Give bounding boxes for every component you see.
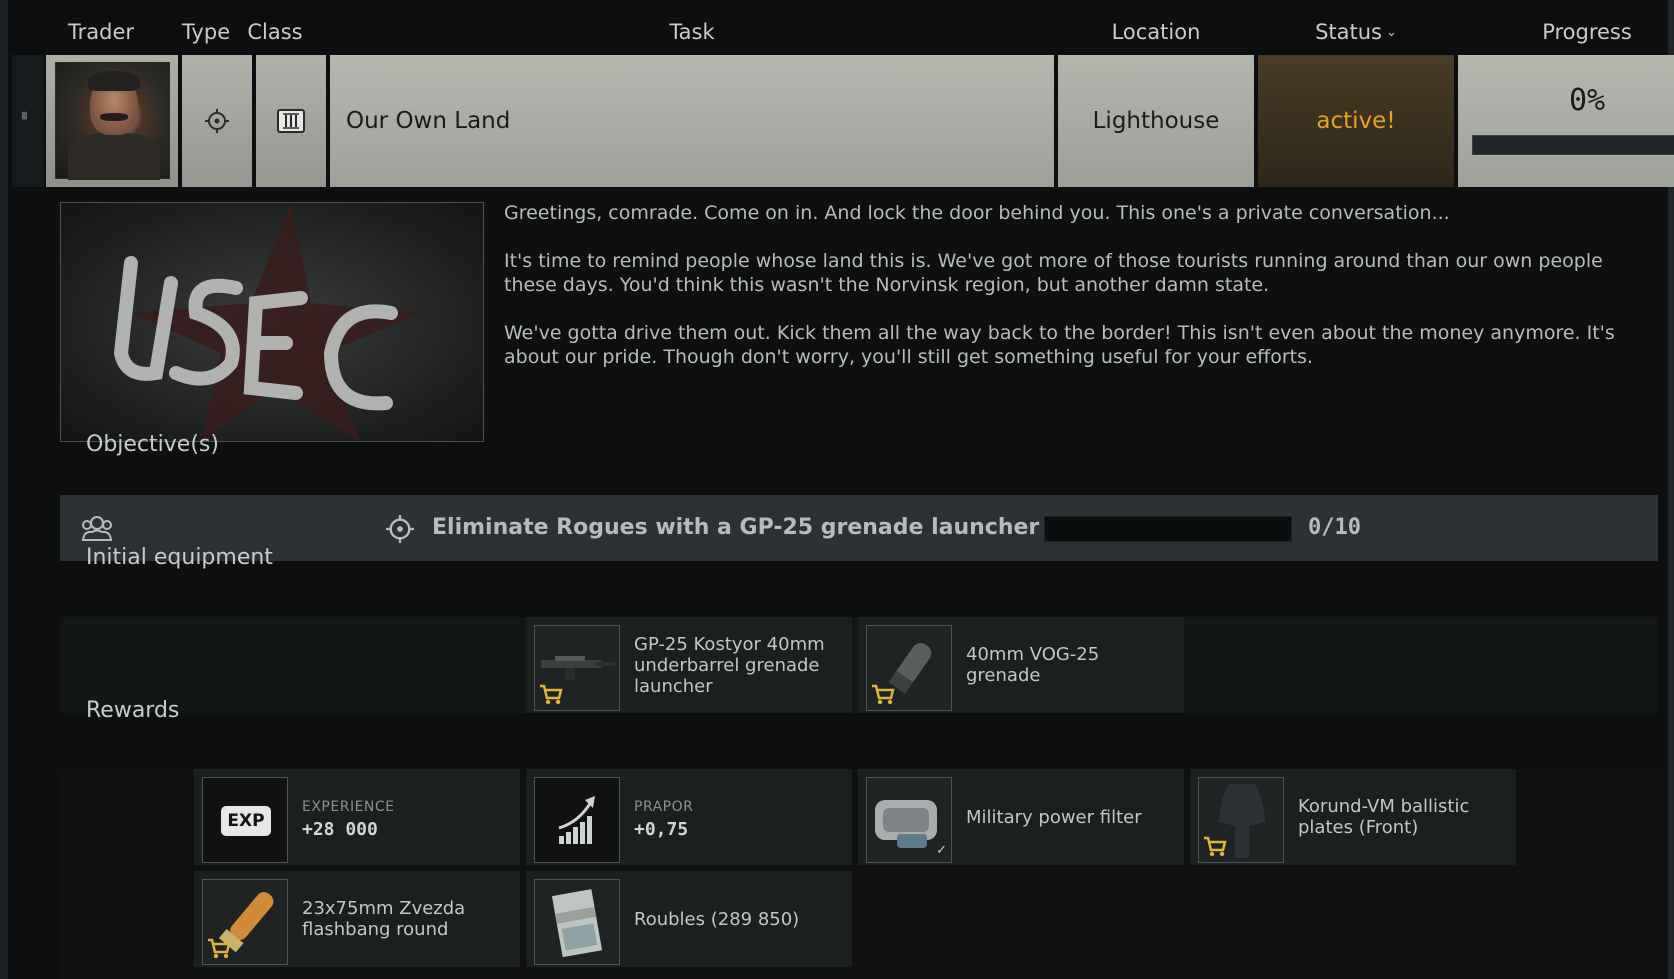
cart-icon [872, 684, 895, 705]
chevron-down-icon: ⌄ [1386, 25, 1397, 40]
group-icon [81, 516, 113, 541]
cart-icon [540, 684, 563, 705]
location-name: Lighthouse [1092, 108, 1220, 134]
reward-reputation: PRAPOR +0,75 [526, 769, 852, 865]
header-trader[interactable]: Trader [46, 0, 156, 55]
reward-item-name: Roubles (289 850) [634, 908, 800, 930]
reward-item[interactable]: Korund-VM ballistic plates (Front) [1190, 769, 1516, 865]
reputation-value: +0,75 [634, 819, 689, 840]
experience-value: +28 000 [302, 819, 378, 840]
ballistic-plate-icon [1198, 777, 1284, 863]
equipment-item[interactable]: 40mm VOG-25 grenade [858, 617, 1184, 713]
grenade-icon [866, 625, 952, 711]
cart-icon [208, 938, 231, 959]
reward-item-name: Military power filter [966, 806, 1142, 828]
quest-description: Greetings, comrade. Come on in. And lock… [504, 201, 1654, 393]
equipment-item-name: 40mm VOG-25 grenade [966, 644, 1100, 686]
cart-icon [1204, 836, 1227, 857]
shotgun-shell-icon [202, 879, 288, 965]
power-filter-icon: ✓ [866, 777, 952, 863]
objective-count: 0/10 [1308, 515, 1361, 540]
progress-bar [1472, 135, 1674, 155]
quest-row[interactable]: Our Own Land Lighthouse active! 0% [46, 55, 1674, 187]
task-cell[interactable]: Our Own Land [330, 55, 1054, 187]
header-progress[interactable]: Progress [1458, 0, 1674, 55]
trader-portrait [55, 62, 170, 180]
roubles-icon [534, 879, 620, 965]
description-paragraph: We've gotta drive them out. Kick them al… [504, 322, 1615, 368]
reputation-up-icon [534, 777, 620, 863]
quest-details-panel: Greetings, comrade. Come on in. And lock… [50, 187, 1668, 979]
reward-experience: EXP EXPERIENCE +28 000 [194, 769, 520, 865]
header-status[interactable]: Status ⌄ [1258, 0, 1454, 55]
crosshair-icon [205, 109, 229, 133]
quest-image [60, 202, 484, 442]
equipment-item-name: GP-25 Kostyor 40mm underbarrel grenade l… [634, 633, 825, 697]
reward-item[interactable]: Roubles (289 850) [526, 871, 852, 967]
pin-icon[interactable]: ▘ [22, 113, 32, 128]
objectives-title: Objective(s) [86, 432, 219, 457]
progress-cell: 0% [1458, 55, 1674, 187]
header-location[interactable]: Location [1058, 0, 1254, 55]
description-paragraph: It's time to remind people whose land th… [504, 250, 1603, 296]
trader-cell[interactable] [46, 55, 178, 187]
objective-progress-bar [1044, 516, 1292, 542]
header-type[interactable]: Type [174, 0, 238, 55]
equipment-item[interactable]: GP-25 Kostyor 40mm underbarrel grenade l… [526, 617, 852, 713]
class-cell [256, 55, 326, 187]
reward-item-name: Korund-VM ballistic plates (Front) [1298, 796, 1470, 838]
objective-text: Eliminate Rogues with a GP-25 grenade la… [432, 515, 1040, 540]
status-badge: active! [1316, 108, 1396, 134]
exp-icon: EXP [202, 777, 288, 863]
type-cell [182, 55, 252, 187]
row-expand-rail[interactable]: ▘ [12, 55, 44, 187]
header-status-label: Status [1315, 20, 1382, 44]
header-task[interactable]: Task [330, 0, 1054, 55]
header-class[interactable]: Class [242, 0, 308, 55]
reputation-label: PRAPOR [634, 799, 694, 815]
objective-row: Eliminate Rogues with a GP-25 grenade la… [60, 495, 1658, 561]
quest-table-header: Trader Type Class Task Location Status ⌄ … [46, 0, 1668, 55]
description-paragraph: Greetings, comrade. Come on in. And lock… [504, 202, 1450, 224]
reward-item[interactable]: ✓ Military power filter [858, 769, 1184, 865]
status-cell: active! [1258, 55, 1454, 187]
rewards-title: Rewards [86, 698, 180, 723]
window-left-frame [0, 0, 8, 979]
grenade-launcher-icon [534, 625, 620, 711]
exp-badge: EXP [221, 806, 271, 836]
roman-three-icon [277, 109, 305, 133]
progress-percent: 0% [1568, 83, 1606, 118]
check-icon: ✓ [936, 843, 947, 858]
task-name: Our Own Land [346, 108, 511, 134]
reward-item[interactable]: 23x75mm Zvezda flashbang round [194, 871, 520, 967]
location-cell: Lighthouse [1058, 55, 1254, 187]
reward-item-name: 23x75mm Zvezda flashbang round [302, 898, 466, 940]
initial-equipment-title: Initial equipment [86, 545, 273, 570]
experience-label: EXPERIENCE [302, 799, 395, 815]
crosshair-icon [386, 515, 414, 543]
